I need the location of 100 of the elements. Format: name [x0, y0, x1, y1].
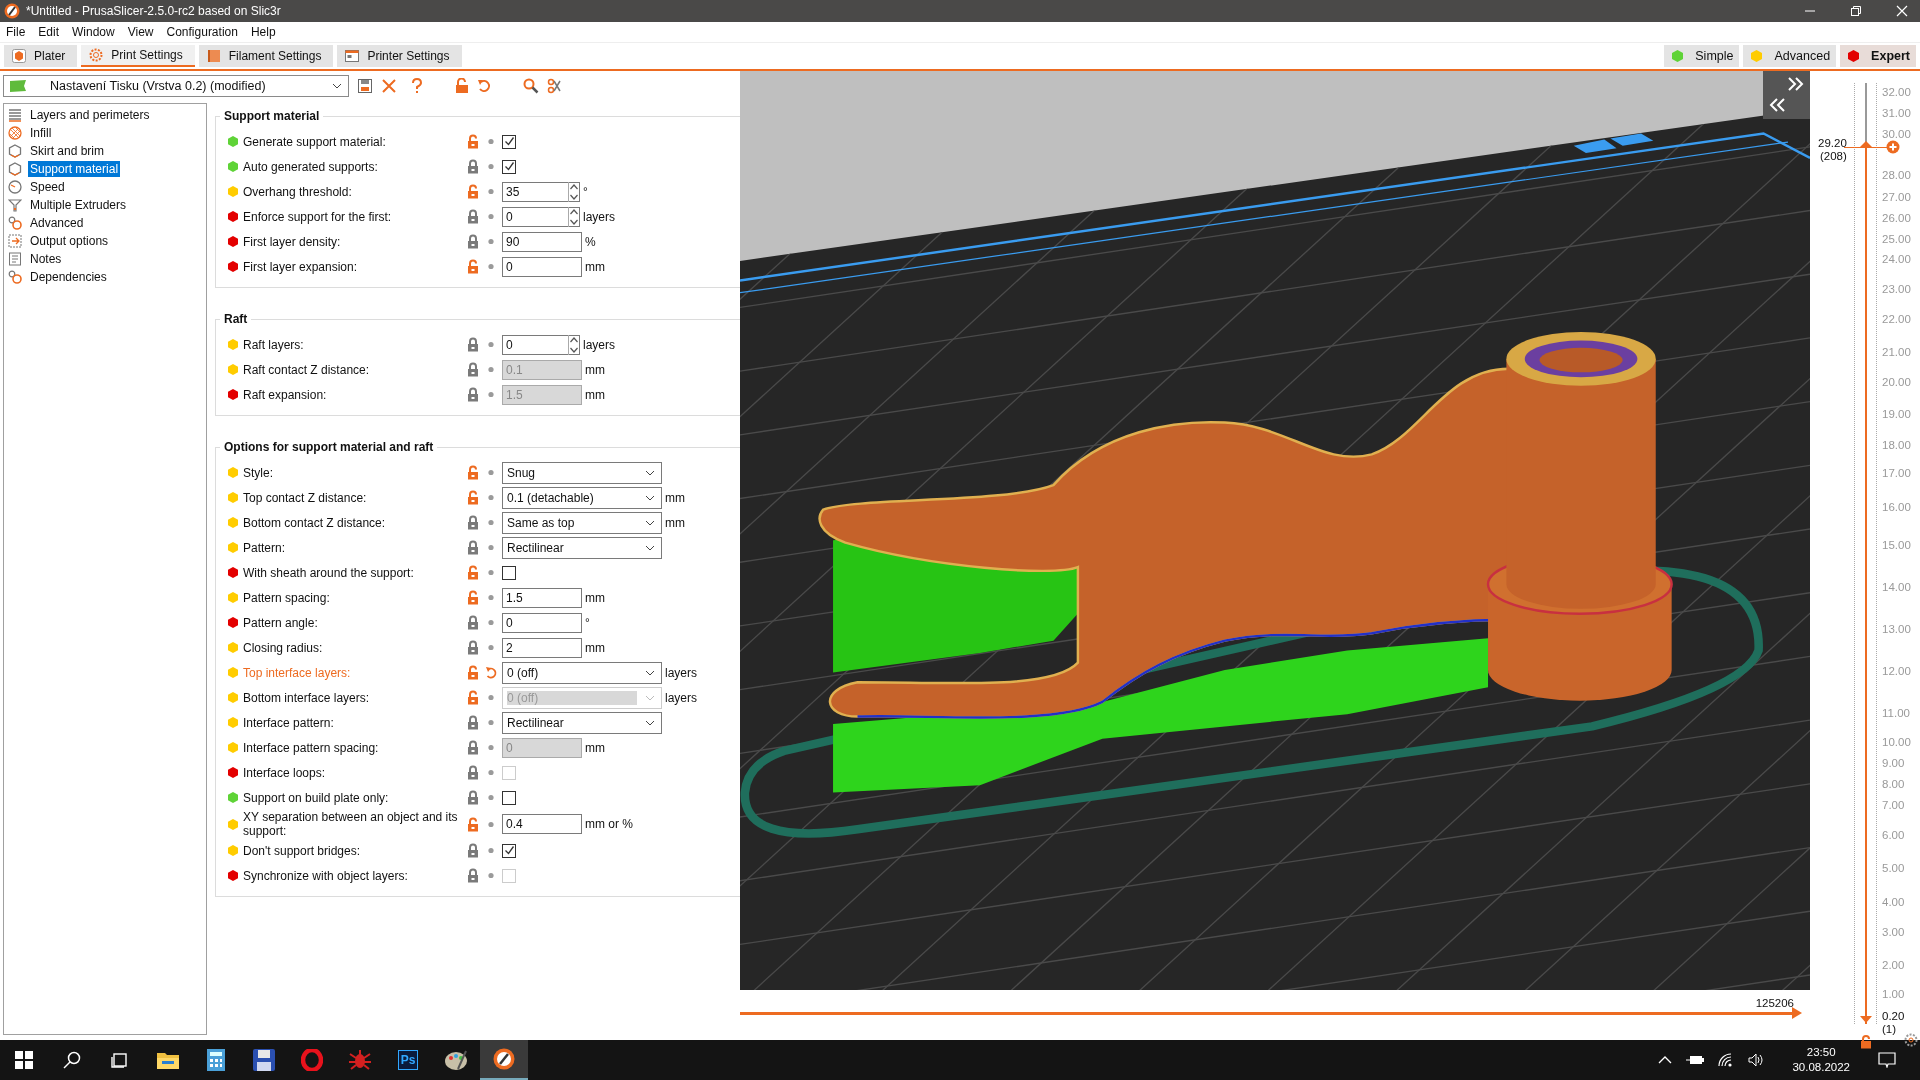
mode-button[interactable]: Advanced	[1743, 45, 1837, 67]
save-icon[interactable]	[357, 78, 373, 94]
unlocked-lock-icon[interactable]	[1860, 1035, 1872, 1049]
checkbox[interactable]	[502, 134, 516, 149]
tick-label: 14.00	[1882, 580, 1911, 593]
spin-arrows-icon[interactable]	[568, 181, 579, 202]
task-view-icon[interactable]	[111, 1051, 129, 1069]
battery-icon[interactable]	[1686, 1054, 1705, 1066]
number-spinner[interactable]: 35	[502, 181, 580, 202]
settings-icon[interactable]	[1904, 1033, 1918, 1047]
tab[interactable]: Filament Settings	[198, 45, 334, 67]
folder-icon[interactable]	[157, 1051, 179, 1069]
search-icon[interactable]	[523, 78, 539, 94]
clock-date[interactable]: 30.08.2022	[1792, 1060, 1850, 1075]
menu-item[interactable]: View	[127, 25, 154, 39]
add-color-change-icon[interactable]	[1886, 140, 1900, 154]
input-field[interactable]: 0	[502, 612, 582, 633]
notifications-icon[interactable]	[1878, 1052, 1896, 1068]
bug-icon[interactable]	[348, 1049, 372, 1071]
windows-start-icon[interactable]	[15, 1051, 33, 1069]
mode-button[interactable]: Expert	[1840, 45, 1916, 67]
menu-item[interactable]: Configuration	[166, 25, 238, 39]
sidebar-item[interactable]: Output options	[28, 233, 111, 249]
sidebar-item[interactable]: Infill	[28, 125, 54, 141]
unit-label: °	[585, 615, 590, 630]
number-spinner[interactable]: 0	[502, 334, 580, 355]
reset-icon[interactable]	[485, 666, 497, 679]
menu-item[interactable]: File	[6, 25, 26, 39]
collapse-panel-button[interactable]	[1763, 71, 1810, 119]
unit-label: %	[585, 234, 596, 249]
sidebar-item[interactable]: Dependencies	[28, 269, 109, 285]
lock-icon[interactable]	[467, 615, 479, 630]
lower-thumb-icon[interactable]	[1860, 1016, 1872, 1024]
input-field[interactable]: 0.4	[502, 814, 582, 834]
dropdown[interactable]: Snug	[502, 461, 662, 484]
unit-label: mm	[665, 490, 685, 505]
search-icon[interactable]	[63, 1051, 81, 1069]
lock-icon[interactable]	[467, 790, 479, 805]
lock-icon[interactable]	[467, 540, 479, 555]
lock-icon[interactable]	[455, 78, 469, 94]
preset-dropdown[interactable]: Nastavení Tisku (Vrstva 0.2) (modified)	[3, 75, 349, 97]
menu-item[interactable]: Edit	[38, 25, 60, 39]
slider-thumb-icon[interactable]	[1792, 1007, 1802, 1020]
move-slider[interactable]	[740, 1007, 1802, 1020]
unit-label: layers	[583, 209, 615, 224]
tick-label: 11.00	[1882, 707, 1910, 719]
sidebar-item[interactable]: Advanced	[28, 215, 86, 231]
upper-thumb-icon[interactable]	[1860, 141, 1872, 147]
checkbox[interactable]	[502, 565, 516, 580]
chevron-up-icon[interactable]	[1658, 1055, 1673, 1065]
app-badge-icon[interactable]: Ps	[397, 1050, 419, 1070]
dropdown[interactable]: Same as top	[502, 511, 662, 534]
sidebar-item[interactable]: Speed	[28, 179, 67, 195]
sidebar-item[interactable]: Notes	[28, 251, 64, 267]
lock-icon[interactable]	[467, 234, 479, 249]
input-field[interactable]: 90	[502, 231, 582, 252]
tab[interactable]: Plater	[4, 45, 78, 67]
lock-icon[interactable]	[467, 640, 479, 655]
help-icon[interactable]	[411, 78, 423, 94]
input-field[interactable]: 0	[502, 256, 582, 277]
menu-item[interactable]: Window	[72, 25, 115, 39]
undo-icon[interactable]	[477, 78, 491, 94]
lock-icon[interactable]	[467, 843, 479, 858]
tab[interactable]: Printer Settings	[337, 45, 462, 67]
sidebar-item[interactable]: Support material	[28, 161, 121, 177]
number-spinner[interactable]: 0	[502, 206, 580, 227]
clock-time[interactable]: 23:50	[1806, 1045, 1836, 1060]
spin-arrows-icon[interactable]	[568, 206, 579, 227]
dropdown[interactable]: 0 (off)	[502, 661, 662, 684]
sidebar-item[interactable]: Multiple Extruders	[28, 197, 129, 213]
close-icon[interactable]	[1896, 5, 1908, 17]
taskbar-app-button[interactable]	[480, 1040, 528, 1080]
lock-icon[interactable]	[467, 209, 479, 224]
dropdown[interactable]: Rectilinear	[502, 536, 662, 559]
calculator-icon[interactable]	[207, 1049, 225, 1071]
setting-label: Top interface layers:	[242, 665, 352, 680]
lock-icon[interactable]	[467, 337, 479, 352]
ring-icon[interactable]	[301, 1049, 323, 1071]
input-field[interactable]: 2	[502, 637, 582, 658]
restore-icon[interactable]	[1850, 5, 1862, 17]
lock-icon[interactable]	[467, 515, 479, 530]
spin-arrows-icon[interactable]	[568, 334, 579, 355]
sidebar-item[interactable]: Skirt and brim	[28, 143, 107, 159]
input-field[interactable]: 1.5	[502, 587, 582, 608]
compare-icon[interactable]	[547, 78, 561, 94]
lock-icon[interactable]	[467, 715, 479, 730]
checkbox[interactable]	[502, 843, 516, 858]
delete-icon[interactable]	[381, 78, 397, 94]
sidebar-item[interactable]: Layers and perimeters	[28, 107, 152, 123]
caret-icon	[645, 519, 655, 526]
dropdown[interactable]: Rectilinear	[502, 711, 662, 734]
checkbox[interactable]	[502, 159, 516, 174]
tab[interactable]: Print Settings	[81, 45, 195, 67]
mode-button[interactable]: Simple	[1664, 45, 1740, 67]
volume-icon[interactable]	[1748, 1053, 1765, 1067]
dropdown[interactable]: 0.1 (detachable)	[502, 486, 662, 509]
checkbox[interactable]	[502, 790, 516, 805]
menu-item[interactable]: Help	[250, 25, 276, 39]
lock-icon[interactable]	[467, 159, 479, 174]
palette-icon[interactable]	[444, 1049, 468, 1071]
